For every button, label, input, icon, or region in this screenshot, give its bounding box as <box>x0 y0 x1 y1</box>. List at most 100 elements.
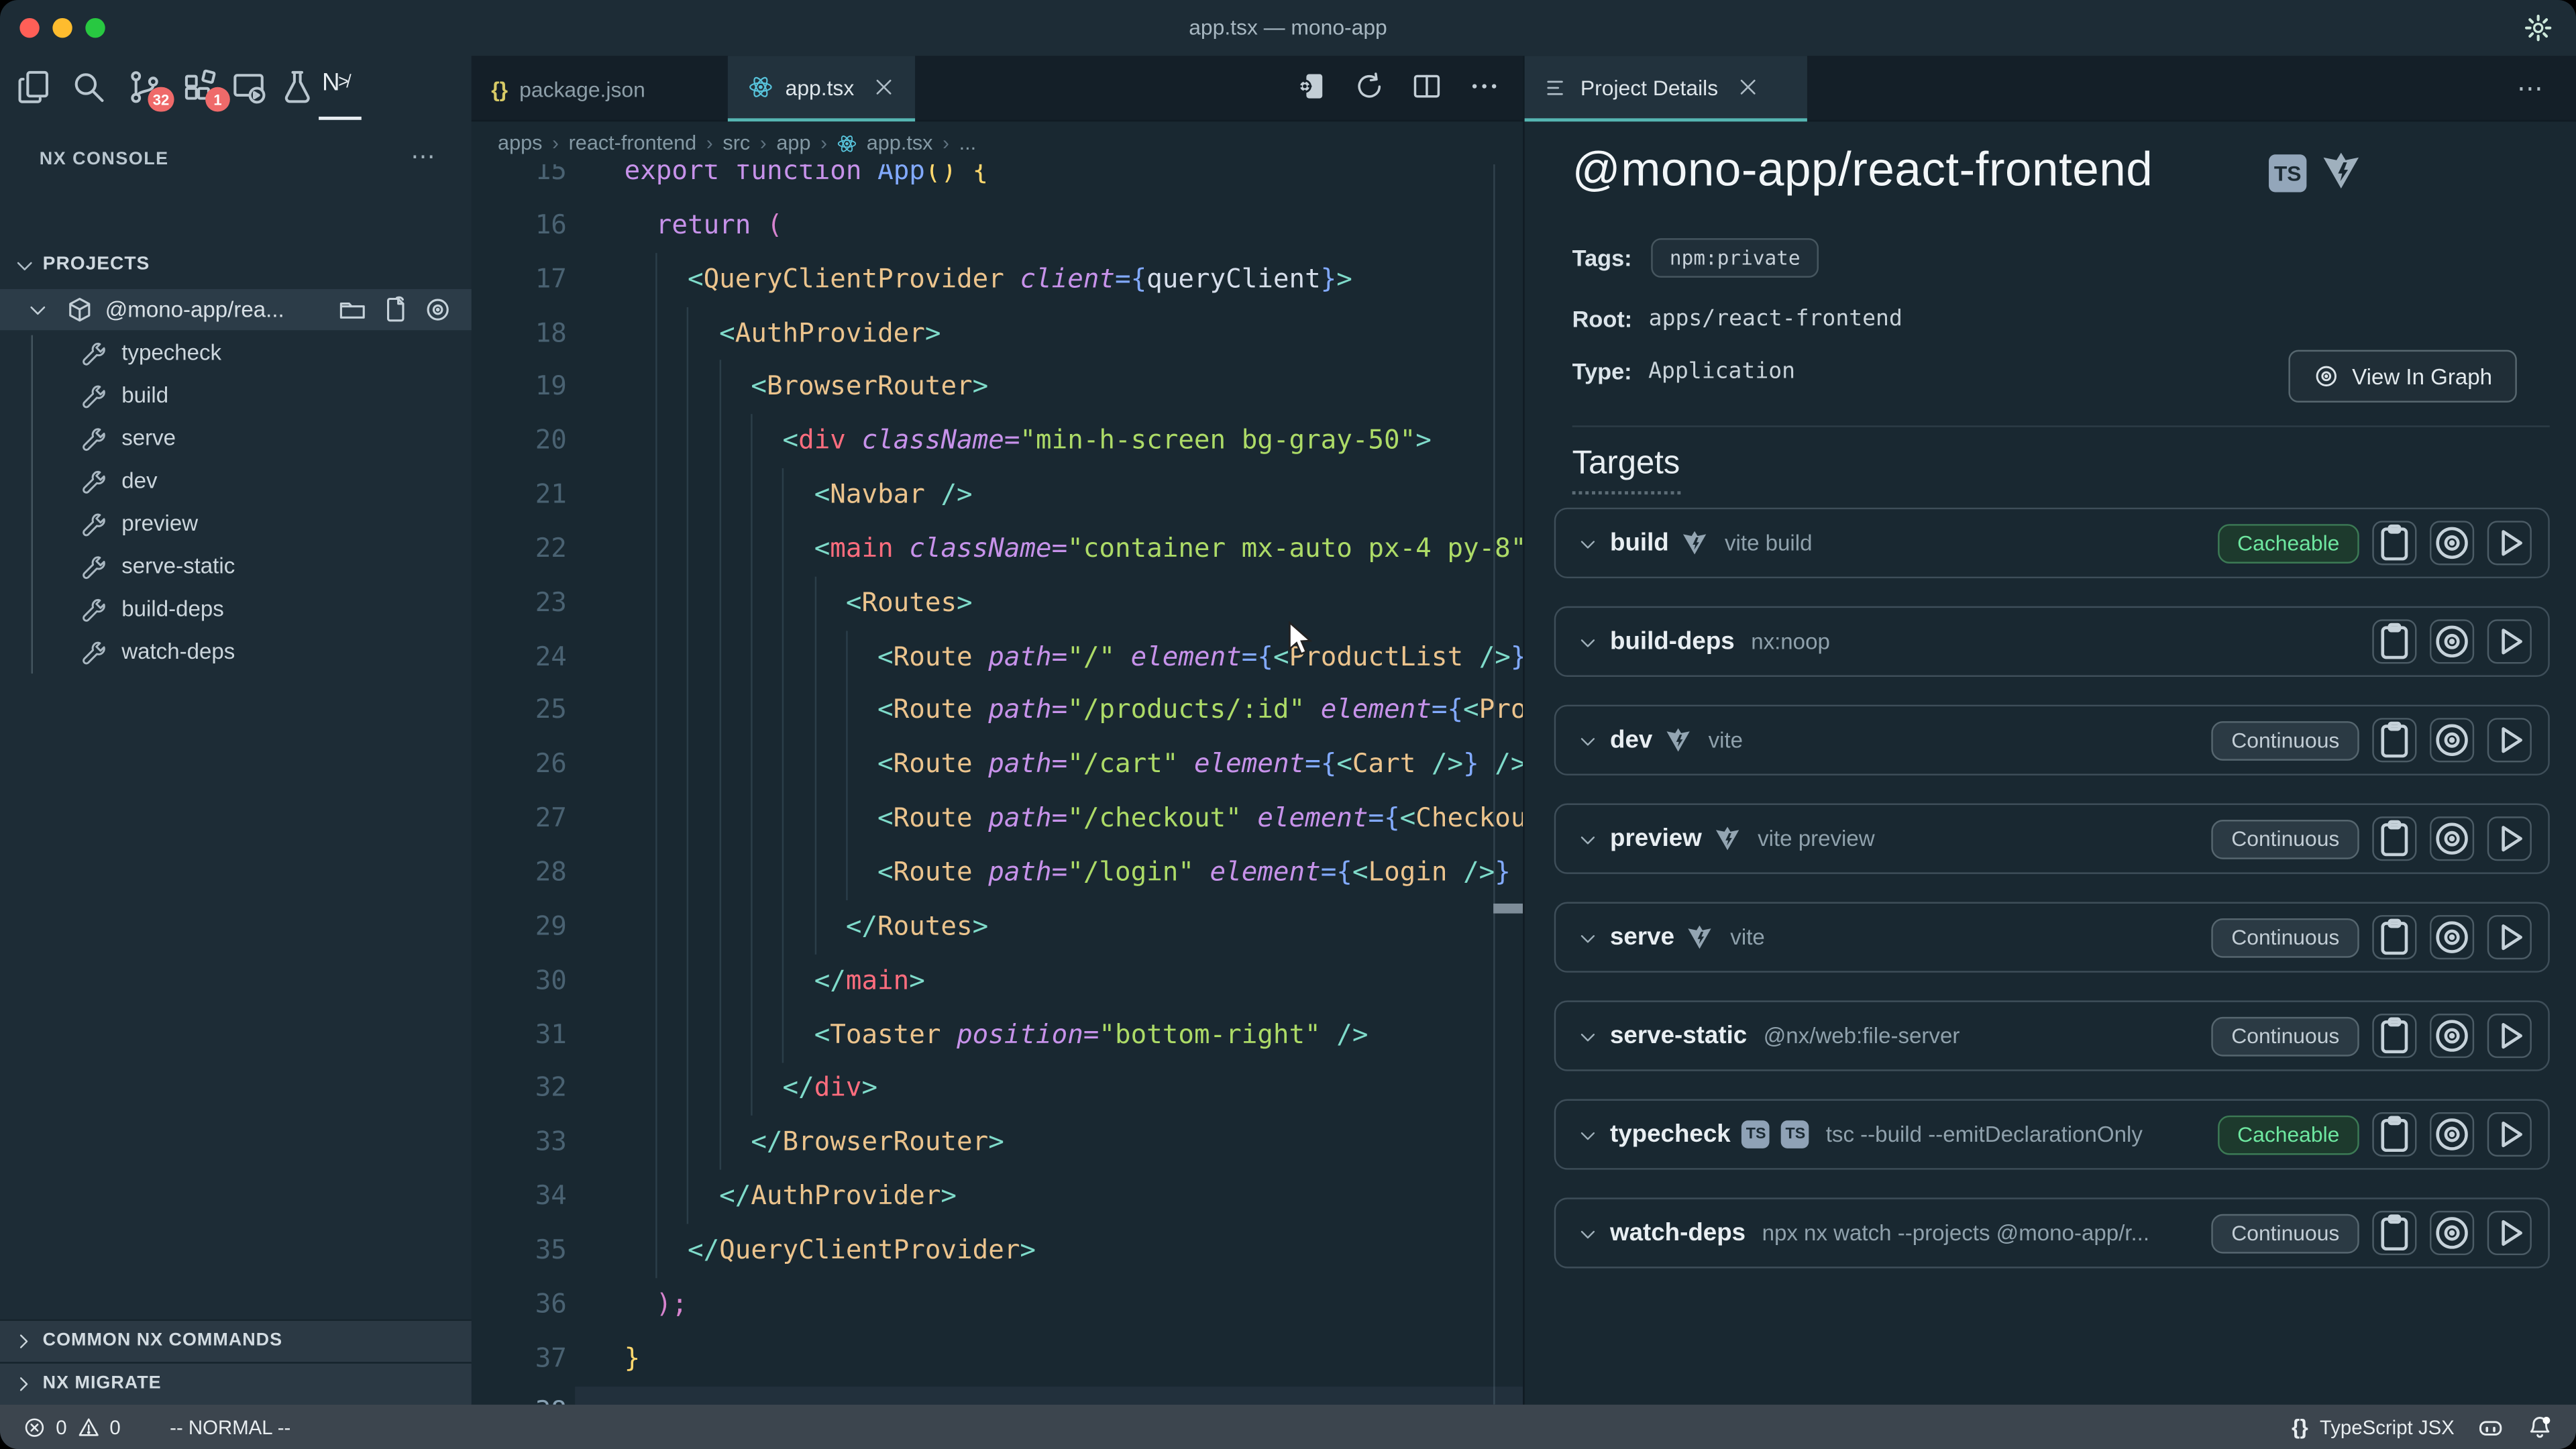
copy-button[interactable] <box>2372 1014 2416 1058</box>
breadcrumb-item[interactable]: src <box>722 131 750 154</box>
code-line-37[interactable]: 37} <box>472 1332 1523 1385</box>
close-icon[interactable] <box>1736 76 1759 99</box>
open-settings-editor-icon[interactable] <box>1296 70 1328 102</box>
language-mode[interactable]: {} TypeScript JSX <box>2292 1415 2455 1440</box>
target-card-typecheck[interactable]: typecheckTSTStsc --build --emitDeclarati… <box>1554 1099 2550 1169</box>
view-target-button[interactable] <box>2430 718 2474 762</box>
run-target-button[interactable] <box>2487 718 2532 762</box>
code-line-36[interactable]: 36 ); <box>472 1278 1523 1332</box>
code-line-27[interactable]: 27 <Route path="/checkout" element={<Che… <box>472 792 1523 846</box>
breadcrumb-item[interactable]: app <box>776 131 810 154</box>
target-icon[interactable] <box>424 296 452 324</box>
copy-button[interactable] <box>2372 816 2416 861</box>
copy-button[interactable] <box>2372 718 2416 762</box>
view-target-button[interactable] <box>2430 521 2474 565</box>
files-icon[interactable] <box>16 69 52 105</box>
code-line-16[interactable]: 16 return ( <box>472 199 1523 252</box>
breadcrumb-item[interactable]: react-frontend <box>569 131 697 154</box>
code-line-23[interactable]: 23 <Routes> <box>472 576 1523 630</box>
code-line-31[interactable]: 31 <Toaster position="bottom-right" /> <box>472 1008 1523 1061</box>
sidebar-item-serve-static[interactable]: serve-static <box>0 545 472 588</box>
code-line-38[interactable]: 38 <box>472 1385 1523 1404</box>
view-target-button[interactable] <box>2430 915 2474 959</box>
remote-icon[interactable] <box>231 69 268 105</box>
run-target-button[interactable] <box>2487 816 2532 861</box>
close-icon[interactable] <box>872 76 895 99</box>
nx-console-icon[interactable]: N≯ <box>322 69 358 105</box>
chevron-down-icon[interactable] <box>1577 633 1599 654</box>
sidebar-item-build-deps[interactable]: build-deps <box>0 588 472 631</box>
run-target-button[interactable] <box>2487 1112 2532 1157</box>
refresh-icon[interactable] <box>1354 70 1385 102</box>
projects-section-row[interactable]: PROJECTS <box>0 246 472 286</box>
open-file-icon[interactable] <box>381 296 409 324</box>
code-line-34[interactable]: 34 </AuthProvider> <box>472 1170 1523 1224</box>
copy-button[interactable] <box>2372 1112 2416 1157</box>
chevron-down-icon[interactable] <box>1577 1027 1599 1049</box>
code-line-30[interactable]: 30 </main> <box>472 954 1523 1008</box>
chevron-down-icon[interactable] <box>1577 731 1599 753</box>
view-target-button[interactable] <box>2430 1112 2474 1157</box>
source-control-icon[interactable]: 32 <box>127 69 163 105</box>
beaker-icon[interactable] <box>279 69 315 105</box>
run-target-button[interactable] <box>2487 915 2532 959</box>
tab-project-details[interactable]: Project Details <box>1525 56 1807 121</box>
code-line-21[interactable]: 21 <Navbar /> <box>472 468 1523 522</box>
chevron-down-icon[interactable] <box>1577 928 1599 950</box>
target-card-serve-static[interactable]: serve-static@nx/web:file-serverContinuou… <box>1554 1000 2550 1071</box>
breadcrumb-item[interactable]: ... <box>959 131 977 154</box>
chevron-down-icon[interactable] <box>1577 830 1599 851</box>
more-actions-icon[interactable] <box>1468 70 1500 102</box>
code-line-22[interactable]: 22 <main className="container mx-auto px… <box>472 523 1523 576</box>
sidebar-item-preview[interactable]: preview <box>0 502 472 545</box>
bell-notification-icon[interactable] <box>2527 1413 2553 1440</box>
code-line-26[interactable]: 26 <Route path="/cart" element={<Cart />… <box>472 738 1523 792</box>
code-line-15[interactable]: 15export function App() { <box>472 164 1523 199</box>
sidebar-item-watch-deps[interactable]: watch-deps <box>0 631 472 674</box>
code-line-20[interactable]: 20 <div className="min-h-screen bg-gray-… <box>472 415 1523 468</box>
target-card-dev[interactable]: devviteContinuous <box>1554 705 2550 775</box>
target-card-build[interactable]: buildvite buildCacheable <box>1554 508 2550 578</box>
folder-icon[interactable] <box>338 296 366 324</box>
panel-more-actions-icon[interactable]: ⋯ <box>2517 72 2546 105</box>
chevron-down-icon[interactable] <box>1577 1126 1599 1147</box>
run-target-button[interactable] <box>2487 1211 2532 1255</box>
copy-button[interactable] <box>2372 915 2416 959</box>
chevron-down-icon[interactable] <box>1577 1224 1599 1245</box>
extensions-icon[interactable]: 1 <box>182 69 219 105</box>
status-left[interactable]: 0 0 -- NORMAL -- <box>23 1405 290 1449</box>
section-nx-migrate[interactable]: NX MIGRATE <box>0 1362 472 1405</box>
code-line-17[interactable]: 17 <QueryClientProvider client={queryCli… <box>472 252 1523 306</box>
code-line-25[interactable]: 25 <Route path="/products/:id" element={… <box>472 684 1523 738</box>
breadcrumb-item[interactable]: apps <box>498 131 542 154</box>
code-line-32[interactable]: 32 </div> <box>472 1062 1523 1116</box>
copilot-icon[interactable] <box>2477 1413 2504 1440</box>
run-target-button[interactable] <box>2487 521 2532 565</box>
code-line-18[interactable]: 18 <AuthProvider> <box>472 307 1523 360</box>
view-target-button[interactable] <box>2430 619 2474 663</box>
split-editor-icon[interactable] <box>1411 70 1443 102</box>
view-target-button[interactable] <box>2430 1014 2474 1058</box>
breadcrumb-item[interactable]: app.tsx <box>837 131 933 154</box>
sidebar-item-dev[interactable]: dev <box>0 460 472 503</box>
code-line-33[interactable]: 33 </BrowserRouter> <box>472 1116 1523 1169</box>
tab-app-tsx[interactable]: app.tsx <box>728 56 915 121</box>
code-line-24[interactable]: 24 <Route path="/" element={<ProductList… <box>472 630 1523 684</box>
section-common-nx-commands[interactable]: COMMON NX COMMANDS <box>0 1320 472 1362</box>
tab-package-json[interactable]: {} package.json <box>472 56 665 121</box>
sidebar-item-serve[interactable]: serve <box>0 417 472 460</box>
code-line-28[interactable]: 28 <Route path="/login" element={<Login … <box>472 846 1523 900</box>
run-target-button[interactable] <box>2487 619 2532 663</box>
search-icon[interactable] <box>70 69 107 105</box>
target-card-watch-deps[interactable]: watch-depsnpx nx watch --projects @mono-… <box>1554 1197 2550 1268</box>
view-in-graph-button[interactable]: View In Graph <box>2288 350 2517 402</box>
code-line-19[interactable]: 19 <BrowserRouter> <box>472 360 1523 414</box>
chevron-down-icon[interactable] <box>1577 534 1599 555</box>
code-line-35[interactable]: 35 </QueryClientProvider> <box>472 1224 1523 1277</box>
view-target-button[interactable] <box>2430 1211 2474 1255</box>
code-line-29[interactable]: 29 </Routes> <box>472 900 1523 954</box>
code-editor[interactable]: 15export function App() {16 return (17 <… <box>472 164 1523 1405</box>
settings-gear-icon[interactable] <box>2524 13 2553 43</box>
sidebar-item-project-root[interactable]: @mono-app/rea... <box>0 289 472 330</box>
copy-button[interactable] <box>2372 1211 2416 1255</box>
